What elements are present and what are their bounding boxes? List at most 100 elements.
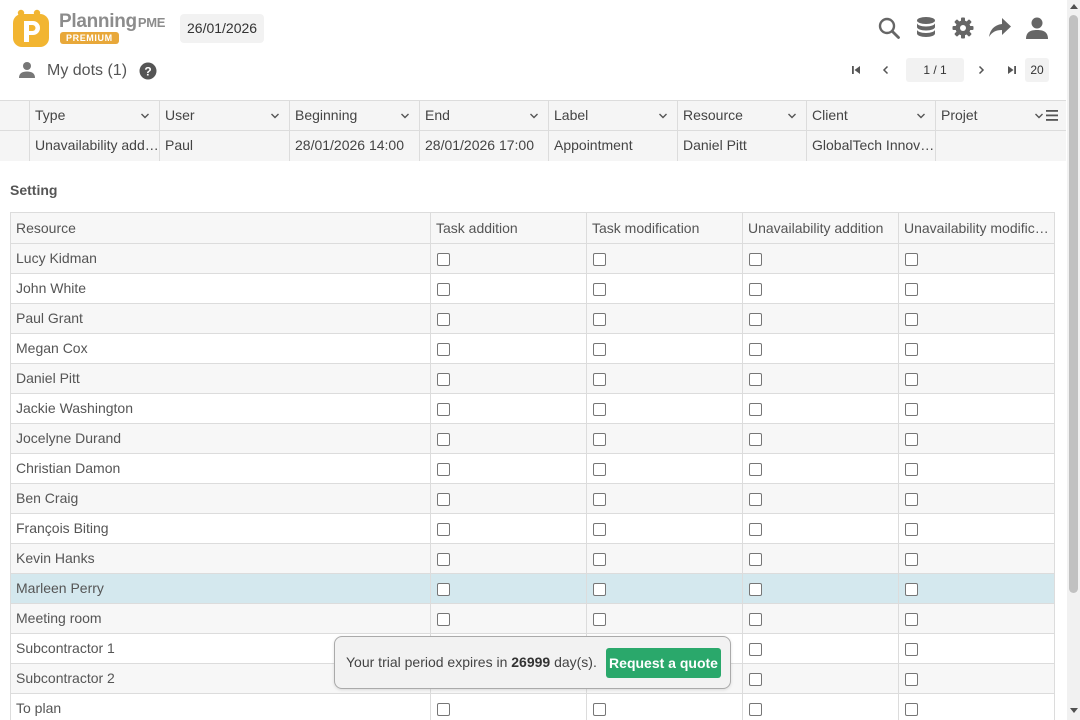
column-header-resource[interactable]: Resource [677,101,806,131]
permission-checkbox[interactable] [905,523,918,536]
permission-checkbox[interactable] [593,703,606,716]
permission-checkbox[interactable] [749,433,762,446]
column-header-unavailability-modification[interactable]: Unavailability modification [898,213,1054,243]
permission-checkbox[interactable] [905,583,918,596]
permission-checkbox[interactable] [749,703,762,716]
permission-checkbox[interactable] [593,373,606,386]
chevron-down-icon[interactable] [916,111,926,121]
share-button[interactable] [984,12,1016,44]
settings-button[interactable] [947,12,979,44]
permission-checkbox[interactable] [593,493,606,506]
next-page-button[interactable] [968,58,994,82]
column-header-task-addition[interactable]: Task addition [430,213,586,243]
chevron-down-icon[interactable] [140,111,150,121]
permission-checkbox[interactable] [905,433,918,446]
column-header-client[interactable]: Client [806,101,935,131]
permission-checkbox[interactable] [749,553,762,566]
table-row[interactable]: Ben Craig [11,484,1054,514]
permission-checkbox[interactable] [905,673,918,686]
permission-checkbox[interactable] [593,343,606,356]
permission-checkbox[interactable] [749,643,762,656]
account-button[interactable] [1021,12,1053,44]
permission-checkbox[interactable] [749,673,762,686]
permission-checkbox[interactable] [905,553,918,566]
column-header-task-modification[interactable]: Task modification [586,213,742,243]
permission-checkbox[interactable] [437,313,450,326]
scroll-down-arrow[interactable] [1070,708,1078,713]
permission-checkbox[interactable] [593,553,606,566]
page-scrollbar[interactable] [1067,0,1080,720]
chevron-down-icon[interactable] [1034,111,1044,121]
permission-checkbox[interactable] [437,703,450,716]
column-header-resource[interactable]: Resource [11,213,430,243]
permission-checkbox[interactable] [593,433,606,446]
permission-checkbox[interactable] [749,283,762,296]
scroll-up-arrow[interactable] [1070,4,1078,9]
permission-checkbox[interactable] [593,613,606,626]
column-header-label[interactable]: Label [548,101,677,131]
prev-page-button[interactable] [873,58,899,82]
table-row[interactable]: Marleen Perry [11,574,1054,604]
permission-checkbox[interactable] [437,613,450,626]
permission-checkbox[interactable] [437,343,450,356]
permission-checkbox[interactable] [905,403,918,416]
permission-checkbox[interactable] [437,523,450,536]
permission-checkbox[interactable] [437,433,450,446]
scroll-thumb[interactable] [1069,15,1078,593]
table-row[interactable]: Jackie Washington [11,394,1054,424]
chevron-down-icon[interactable] [658,111,668,121]
permission-checkbox[interactable] [905,283,918,296]
permission-checkbox[interactable] [437,493,450,506]
table-row[interactable]: Paul Grant [11,304,1054,334]
permission-checkbox[interactable] [593,523,606,536]
permission-checkbox[interactable] [749,253,762,266]
chevron-down-icon[interactable] [529,111,539,121]
permission-checkbox[interactable] [905,643,918,656]
first-page-button[interactable] [843,58,869,82]
permission-checkbox[interactable] [593,313,606,326]
permission-checkbox[interactable] [749,613,762,626]
table-row[interactable]: Christian Damon [11,454,1054,484]
planningpme-logo[interactable] [12,8,52,48]
page-number-input[interactable]: 1 / 1 [906,58,964,82]
chevron-down-icon[interactable] [787,111,797,121]
permission-checkbox[interactable] [905,463,918,476]
current-date[interactable]: 26/01/2026 [180,14,265,43]
permission-checkbox[interactable] [437,463,450,476]
table-row[interactable]: Meeting room [11,604,1054,634]
table-row[interactable]: Jocelyne Durand [11,424,1054,454]
permission-checkbox[interactable] [437,403,450,416]
request-quote-button[interactable]: Request a quote [606,648,721,678]
permission-checkbox[interactable] [593,583,606,596]
column-header-user[interactable]: User [159,101,289,131]
permission-checkbox[interactable] [905,373,918,386]
column-menu-icon[interactable] [1045,108,1059,122]
permission-checkbox[interactable] [593,463,606,476]
table-row[interactable]: To plan [11,694,1054,720]
table-row[interactable]: Megan Cox [11,334,1054,364]
permission-checkbox[interactable] [749,313,762,326]
column-header-end[interactable]: End [419,101,548,131]
search-button[interactable] [873,12,905,44]
table-row[interactable]: Kevin Hanks [11,544,1054,574]
permission-checkbox[interactable] [749,343,762,356]
database-button[interactable] [910,12,942,44]
last-page-button[interactable] [999,58,1025,82]
help-button[interactable]: ? [139,62,157,80]
table-row[interactable]: Unavailability addition Paul 28/01/2026 14… [0,131,1066,161]
table-row[interactable]: François Biting [11,514,1054,544]
permission-checkbox[interactable] [905,343,918,356]
permission-checkbox[interactable] [905,313,918,326]
permission-checkbox[interactable] [593,283,606,296]
permission-checkbox[interactable] [437,373,450,386]
permission-checkbox[interactable] [437,283,450,296]
permission-checkbox[interactable] [437,253,450,266]
column-header-unavailability-addition[interactable]: Unavailability addition [742,213,898,243]
table-row[interactable]: John White [11,274,1054,304]
permission-checkbox[interactable] [905,253,918,266]
permission-checkbox[interactable] [905,613,918,626]
permission-checkbox[interactable] [437,583,450,596]
permission-checkbox[interactable] [749,403,762,416]
column-header-type[interactable]: Type [29,101,159,131]
page-size-select[interactable]: 20 [1025,58,1049,82]
